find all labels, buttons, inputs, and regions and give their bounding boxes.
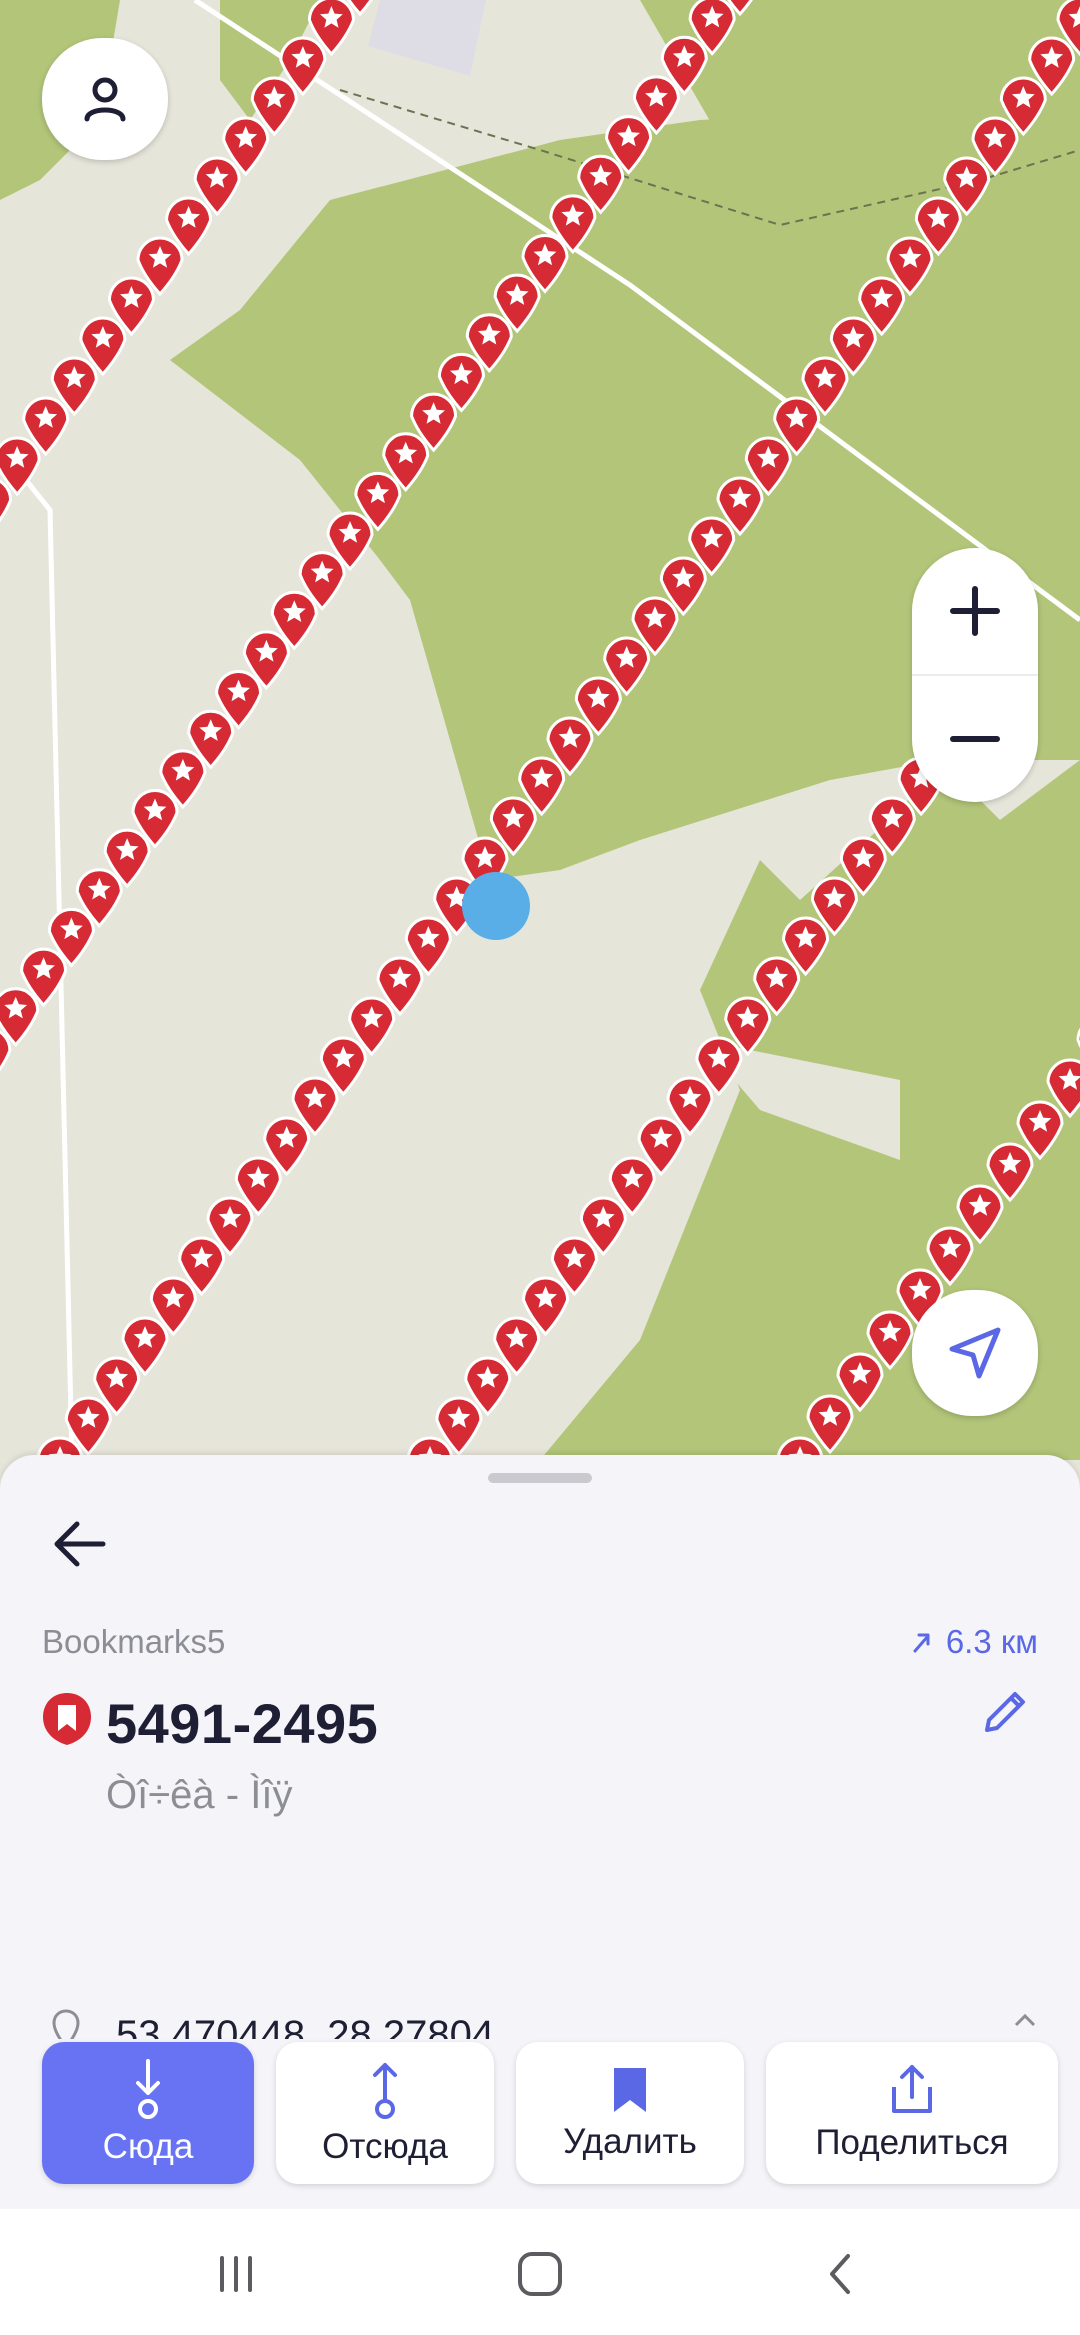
zoom-in-button[interactable] <box>912 548 1038 676</box>
back-button[interactable] <box>44 1509 114 1579</box>
navigation-arrow-icon <box>949 1327 1001 1379</box>
person-icon <box>84 77 126 122</box>
coordinates-text: 53.470448, 28.27804 <box>116 2013 495 2039</box>
share-button[interactable]: Поделиться <box>766 2042 1058 2184</box>
zoom-controls <box>912 548 1038 802</box>
bookmark-icon <box>614 2068 646 2112</box>
back-icon <box>830 2254 850 2294</box>
route-to-label: Сюда <box>102 2127 194 2166</box>
pencil-icon <box>985 1692 1025 1732</box>
recent-apps-icon <box>220 2256 252 2292</box>
bookmark-pin-icon <box>43 1693 91 1745</box>
chevron-up-icon <box>1014 2013 1036 2027</box>
route-from-icon <box>373 2063 397 2119</box>
delete-bookmark-label: Удалить <box>563 2122 697 2161</box>
minus-icon <box>950 736 1000 742</box>
location-pin-icon <box>52 2009 80 2039</box>
plus-icon <box>950 586 1000 636</box>
place-subtitle: Òî÷êà - Ìîÿ <box>106 1773 293 1817</box>
current-location-dot <box>462 872 530 940</box>
home-button[interactable] <box>500 2239 580 2309</box>
route-from-label: Отсюда <box>322 2127 448 2166</box>
route-to-button[interactable]: Сюда <box>42 2042 254 2184</box>
distance-value: 6.3 км <box>945 1623 1038 1660</box>
action-bar: Сюда Отсюда Удалить Поделиться <box>0 2040 1080 2210</box>
delete-bookmark-button[interactable]: Удалить <box>516 2042 744 2184</box>
system-back-button[interactable] <box>800 2239 880 2309</box>
zoom-out-button[interactable] <box>912 676 1038 802</box>
sheet-drag-handle[interactable] <box>488 1473 592 1483</box>
coordinates-row[interactable]: 53.470448, 28.27804 <box>42 1999 1042 2039</box>
arrow-left-icon <box>54 1521 106 1567</box>
edit-bookmark-button[interactable] <box>976 1681 1036 1741</box>
share-icon <box>892 2065 932 2113</box>
route-from-button[interactable]: Отсюда <box>276 2042 494 2184</box>
profile-button[interactable] <box>42 38 168 160</box>
bookmark-list-name[interactable]: Bookmarks5 <box>42 1623 225 1661</box>
route-to-icon <box>136 2059 160 2119</box>
distance-label: 6.3 км <box>912 1623 1038 1661</box>
recent-apps-button[interactable] <box>196 2239 276 2309</box>
share-label: Поделиться <box>815 2123 1009 2162</box>
place-title: 5491-2495 <box>106 1692 379 1755</box>
my-location-button[interactable] <box>912 1290 1038 1416</box>
home-icon <box>518 2252 562 2296</box>
arrow-up-right-icon <box>913 1633 930 1653</box>
system-navigation-bar <box>0 2209 1080 2335</box>
